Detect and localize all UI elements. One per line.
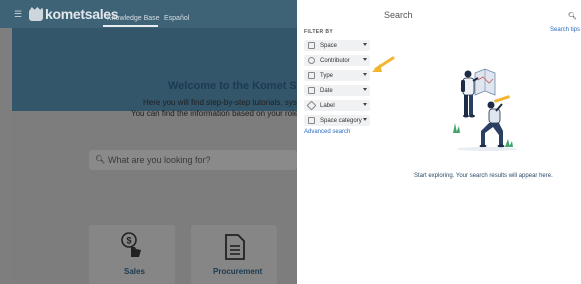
search-icon: 🔍︎ (95, 155, 106, 164)
pointer-arrow-icon (372, 56, 395, 72)
filter-space-label: Space (320, 42, 338, 49)
filter-date[interactable]: Date (304, 85, 370, 96)
filter-label[interactable]: Label (304, 100, 370, 111)
filter-space-category[interactable]: Space category (304, 115, 370, 126)
filter-space[interactable]: Space (304, 40, 370, 51)
page-icon (308, 72, 315, 79)
hero-line-2: You can find the information based on yo… (131, 109, 310, 118)
document-icon (225, 234, 245, 260)
search-icon[interactable]: 🔍︎ (568, 12, 577, 20)
filter-by-label: FILTER BY (304, 29, 334, 35)
hero-line-1: Here you will find step-by-step tutorial… (143, 98, 307, 107)
card-sales-label: Sales (124, 267, 145, 276)
card-procurement-label: Procurement (213, 267, 263, 276)
svg-text:$: $ (126, 236, 131, 246)
chevron-down-icon (363, 73, 367, 76)
filter-label-label: Label (320, 102, 335, 109)
chevron-down-icon (363, 43, 367, 46)
filter-date-label: Date (320, 87, 333, 94)
search-tips-link[interactable]: Search tips (550, 27, 580, 33)
nav-knowledge-base[interactable]: Knowledge Base (107, 15, 160, 22)
card-procurement[interactable]: Procurement (191, 225, 277, 284)
user-icon (308, 57, 315, 64)
folder-icon (308, 42, 315, 49)
chevron-down-icon (363, 118, 367, 121)
filter-type[interactable]: Type (304, 70, 370, 81)
welcome-title: Welcome to the Komet Sa (168, 80, 303, 92)
nav-espanol[interactable]: Español (164, 15, 189, 22)
card-sales[interactable]: $ Sales (89, 225, 175, 284)
chevron-down-icon (363, 88, 367, 91)
background-search-placeholder: What are you looking for? (108, 155, 211, 165)
filter-type-label: Type (320, 72, 334, 79)
chevron-down-icon (363, 103, 367, 106)
logo-mark-icon (29, 7, 43, 21)
tag-icon (306, 100, 317, 111)
advanced-search-link[interactable]: Advanced search (304, 129, 350, 135)
explorers-illustration (453, 68, 517, 151)
search-panel-title[interactable]: Search (384, 10, 413, 20)
nav-active-underline (103, 25, 158, 27)
hand-dollar-icon: $ (121, 232, 141, 257)
empty-results-message: Start exploring. Your search results wil… (414, 173, 553, 179)
chevron-down-icon (363, 58, 367, 61)
filter-space-category-label: Space category (320, 117, 362, 124)
folder-icon (308, 117, 315, 124)
calendar-icon (308, 87, 315, 94)
menu-icon[interactable]: ☰ (14, 9, 22, 20)
filter-contributor-label: Contributor (320, 57, 350, 64)
logo[interactable]: kometsales (29, 6, 119, 22)
filter-contributor[interactable]: Contributor (304, 55, 370, 66)
